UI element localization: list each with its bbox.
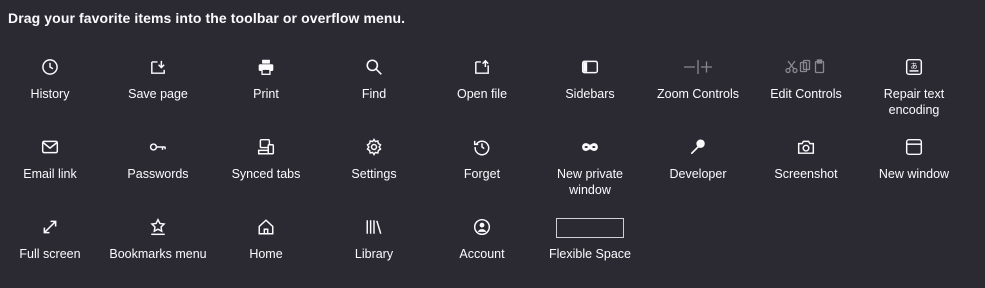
palette-item-find[interactable]: Find [322,52,426,124]
open-file-icon [430,58,534,76]
edit-controls-icon [754,58,858,76]
palette-item-repair-text-encoding[interactable]: あ Repair text encoding [862,52,966,124]
customize-instructions-heading: Drag your favorite items into the toolba… [8,10,406,26]
palette-item-label: Library [354,247,394,261]
bookmarks-menu-icon [106,218,210,236]
clock-icon [0,58,102,76]
library-icon [322,218,426,236]
palette-item-label: Account [459,247,505,261]
camera-icon [754,138,858,156]
palette-item-new-private-window[interactable]: New private window [538,132,642,204]
palette-item-forget[interactable]: Forget [430,132,534,204]
flexible-space-box [538,218,642,238]
palette-item-library[interactable]: Library [322,212,426,284]
palette-item-screenshot[interactable]: Screenshot [754,132,858,204]
zoom-controls-icon [646,58,750,76]
palette-item-developer[interactable]: Developer [646,132,750,204]
palette-item-synced-tabs[interactable]: Synced tabs [214,132,318,204]
palette-item-label: Open file [456,87,508,101]
palette-item-label: Bookmarks menu [109,247,207,261]
email-icon [0,138,102,156]
palette-item-label: Find [361,87,387,101]
sidebar-icon [538,58,642,76]
palette-item-history[interactable]: History [0,52,102,124]
palette-item-label: Settings [351,167,397,181]
palette-item-label: Forget [463,167,501,181]
palette-item-home[interactable]: Home [214,212,318,284]
palette-item-label: New private window [557,167,623,197]
palette-item-edit-controls[interactable]: Edit Controls [754,52,858,124]
palette-item-label: Full screen [19,247,81,261]
home-icon [214,218,318,236]
new-window-icon [862,138,966,156]
palette-item-label: New window [878,167,950,181]
palette-item-save-page[interactable]: Save page [106,52,210,124]
palette-item-email-link[interactable]: Email link [0,132,102,204]
palette-item-settings[interactable]: Settings [322,132,426,204]
synced-tabs-icon [214,138,318,156]
palette-item-print[interactable]: Print [214,52,318,124]
palette-item-label: Zoom Controls [657,87,739,101]
key-icon [106,138,210,156]
forget-icon [430,138,534,156]
palette-item-zoom-controls[interactable]: Zoom Controls [646,52,750,124]
svg-text:あ: あ [910,61,917,70]
palette-item-label: Synced tabs [231,167,301,181]
palette-item-label: Email link [23,167,77,181]
palette-item-open-file[interactable]: Open file [430,52,534,124]
printer-icon [214,58,318,76]
palette-item-bookmarks-menu[interactable]: Bookmarks menu [106,212,210,284]
palette-item-label: Edit Controls [770,87,842,101]
text-encoding-icon: あ [862,58,966,76]
palette-item-new-window[interactable]: New window [862,132,966,204]
palette-item-full-screen[interactable]: Full screen [0,212,102,284]
gear-icon [322,138,426,156]
palette-item-label: Flexible Space [549,247,631,261]
wrench-icon [646,138,750,156]
palette-item-passwords[interactable]: Passwords [106,132,210,204]
palette-item-label: Screenshot [774,167,838,181]
save-page-icon [106,58,210,76]
palette-item-label: Sidebars [565,87,615,101]
palette-item-flexible-space[interactable]: Flexible Space [538,212,642,284]
palette-item-account[interactable]: Account [430,212,534,284]
palette-item-sidebars[interactable]: Sidebars [538,52,642,124]
palette-item-label: Print [253,87,279,101]
search-icon [322,58,426,76]
fullscreen-icon [0,218,102,236]
palette-item-label: Home [249,247,283,261]
private-mask-icon [538,138,642,156]
palette-item-label: Developer [669,167,727,181]
palette-item-label: History [30,87,70,101]
palette-item-label: Passwords [127,167,189,181]
palette-item-label: Repair text encoding [883,87,945,117]
palette-item-label: Save page [128,87,188,101]
account-icon [430,218,534,236]
